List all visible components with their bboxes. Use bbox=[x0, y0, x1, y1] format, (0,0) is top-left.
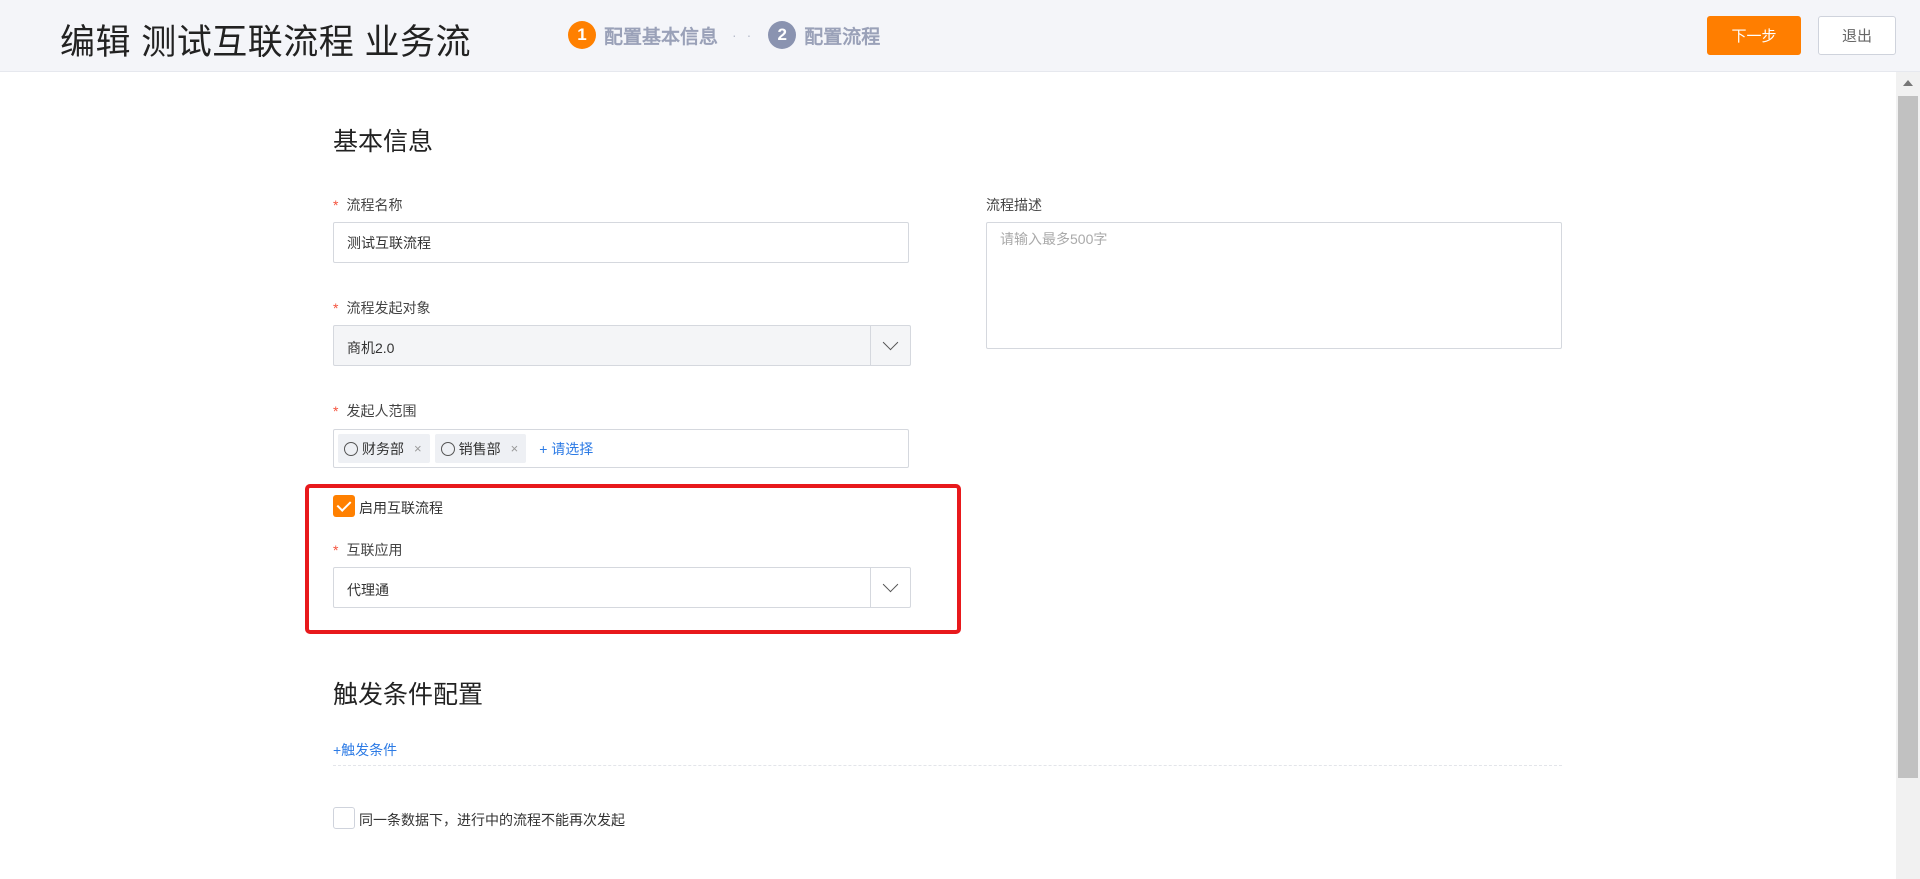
interconnect-app-value: 代理通 bbox=[347, 582, 389, 598]
scope-tag: 销售部 × bbox=[434, 434, 527, 463]
dropdown-toggle[interactable] bbox=[870, 326, 910, 365]
required-mark: * bbox=[333, 542, 339, 558]
step-separator: · · bbox=[732, 27, 755, 43]
interconnect-app-label: * 互联应用 bbox=[333, 542, 403, 558]
required-mark: * bbox=[333, 197, 339, 213]
interconnect-app-select[interactable]: 代理通 bbox=[333, 567, 911, 608]
dropdown-toggle[interactable] bbox=[870, 568, 910, 607]
scroll-thumb[interactable] bbox=[1898, 96, 1918, 778]
process-description-label: 流程描述 bbox=[986, 197, 1042, 213]
step-label-2: 配置流程 bbox=[804, 26, 881, 48]
next-step-button[interactable]: 下一步 bbox=[1707, 16, 1801, 55]
step-configure-process[interactable]: 2 配置流程 bbox=[768, 21, 880, 49]
scope-tag-label: 销售部 bbox=[458, 440, 501, 457]
scroll-up-arrow-icon[interactable] bbox=[1903, 80, 1913, 86]
department-icon bbox=[440, 441, 455, 456]
process-name-label: * 流程名称 bbox=[333, 197, 403, 213]
enable-interconnect-label: 启用互联流程 bbox=[359, 500, 443, 516]
close-icon[interactable]: × bbox=[511, 441, 519, 456]
top-bar: 编辑 测试互联流程 业务流 1 配置基本信息 · · 2 配置流程 下一步 退出 bbox=[0, 0, 1920, 72]
scope-tag: 财务部 × bbox=[338, 434, 430, 463]
chevron-down-icon bbox=[882, 576, 899, 593]
step-number-2: 2 bbox=[768, 21, 797, 49]
required-mark: * bbox=[333, 403, 339, 419]
no-reinitiate-label: 同一条数据下，进行中的流程不能再次发起 bbox=[359, 812, 625, 828]
step-label-1: 配置基本信息 bbox=[604, 26, 719, 48]
required-mark: * bbox=[333, 300, 339, 316]
process-description-textarea[interactable]: 请输入最多500字 bbox=[986, 222, 1562, 349]
step-number-1: 1 bbox=[568, 21, 596, 49]
initiator-scope-field[interactable]: 财务部 × 销售部 × + 请选择 bbox=[333, 429, 909, 468]
step-indicator: 1 配置基本信息 · · 2 配置流程 bbox=[568, 20, 880, 50]
vertical-scrollbar[interactable] bbox=[1896, 72, 1920, 879]
add-trigger-link[interactable]: +触发条件 bbox=[333, 740, 397, 760]
department-icon bbox=[344, 441, 358, 456]
divider bbox=[333, 765, 1562, 766]
step-basic-info[interactable]: 1 配置基本信息 bbox=[568, 21, 718, 49]
page-title: 编辑 测试互联流程 业务流 bbox=[60, 23, 471, 62]
enable-interconnect-checkbox[interactable] bbox=[333, 495, 355, 517]
process-name-input[interactable]: 测试互联流程 bbox=[333, 222, 909, 263]
add-scope-link[interactable]: + 请选择 bbox=[539, 439, 593, 459]
initiating-object-value: 商机2.0 bbox=[347, 340, 395, 356]
scope-tag-label: 财务部 bbox=[362, 440, 404, 457]
exit-button[interactable]: 退出 bbox=[1818, 16, 1896, 55]
section-title-basic-info: 基本信息 bbox=[333, 128, 434, 156]
close-icon[interactable]: × bbox=[414, 441, 422, 456]
chevron-down-icon bbox=[882, 334, 899, 351]
section-title-trigger-config: 触发条件配置 bbox=[333, 681, 484, 709]
initiating-object-select[interactable]: 商机2.0 bbox=[333, 325, 911, 366]
initiator-scope-label: * 发起人范围 bbox=[333, 403, 417, 419]
no-reinitiate-checkbox[interactable] bbox=[333, 807, 355, 829]
initiating-object-label: * 流程发起对象 bbox=[333, 300, 431, 316]
